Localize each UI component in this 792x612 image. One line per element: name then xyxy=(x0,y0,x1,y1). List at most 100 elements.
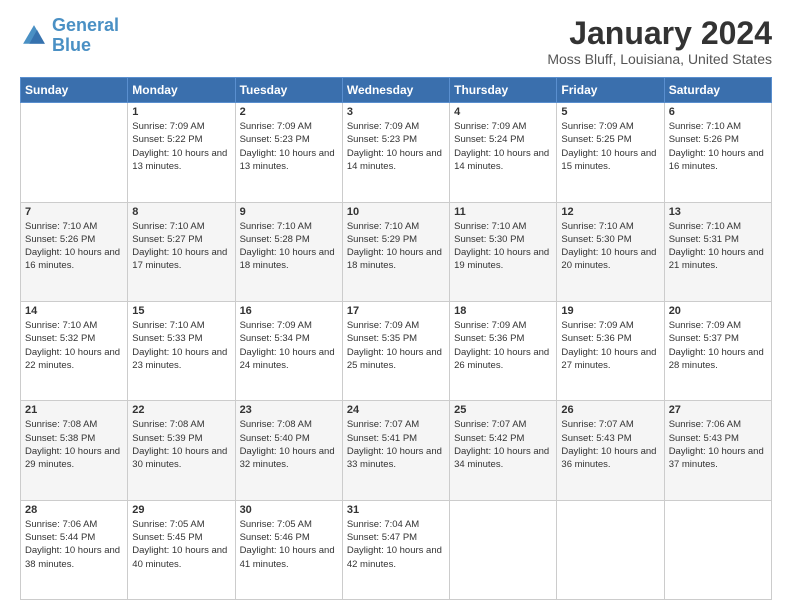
day-detail-3-2: Sunrise: 7:08 AMSunset: 5:40 PMDaylight:… xyxy=(240,418,338,471)
day-num-1-4: 11 xyxy=(454,206,552,218)
cell-3-3: 24 Sunrise: 7:07 AMSunset: 5:41 PMDayligh… xyxy=(342,401,449,500)
cell-0-2: 2 Sunrise: 7:09 AMSunset: 5:23 PMDaylight… xyxy=(235,103,342,202)
day-num-4-2: 30 xyxy=(240,504,338,516)
week-row-2: 14Sunrise: 7:10 AMSunset: 5:32 PMDayligh… xyxy=(21,301,772,400)
cell-4-0: 28Sunrise: 7:06 AMSunset: 5:44 PMDayligh… xyxy=(21,500,128,599)
day-num-1-2: 9 xyxy=(240,206,338,218)
header-tuesday: Tuesday xyxy=(235,78,342,103)
day-detail-1-2: Sunrise: 7:10 AMSunset: 5:28 PMDaylight:… xyxy=(240,220,338,273)
cell-3-0: 21Sunrise: 7:08 AMSunset: 5:38 PMDayligh… xyxy=(21,401,128,500)
day-num-3-2: 23 xyxy=(240,404,338,416)
day-num-0-6: 6 xyxy=(669,106,767,118)
day-detail-2-3: Sunrise: 7:09 AMSunset: 5:35 PMDaylight:… xyxy=(347,319,445,372)
day-num-2-0: 14 xyxy=(25,305,123,317)
cell-4-4 xyxy=(450,500,557,599)
day-detail-3-1: Sunrise: 7:08 AMSunset: 5:39 PMDaylight:… xyxy=(132,418,230,471)
day-detail-0-4: Sunrise: 7:09 AMSunset: 5:24 PMDaylight:… xyxy=(454,120,552,173)
day-detail-3-6: Sunrise: 7:06 AMSunset: 5:43 PMDaylight:… xyxy=(669,418,767,471)
cell-3-6: 27 Sunrise: 7:06 AMSunset: 5:43 PMDayligh… xyxy=(664,401,771,500)
header: General Blue January 2024 Moss Bluff, Lo… xyxy=(20,16,772,67)
day-detail-4-3: Sunrise: 7:04 AMSunset: 5:47 PMDaylight:… xyxy=(347,518,445,571)
cell-4-5 xyxy=(557,500,664,599)
day-detail-4-2: Sunrise: 7:05 AMSunset: 5:46 PMDaylight:… xyxy=(240,518,338,571)
day-num-0-1: 1 xyxy=(132,106,230,118)
cell-3-1: 22 Sunrise: 7:08 AMSunset: 5:39 PMDayligh… xyxy=(128,401,235,500)
day-detail-2-4: Sunrise: 7:09 AMSunset: 5:36 PMDaylight:… xyxy=(454,319,552,372)
day-detail-1-1: Sunrise: 7:10 AMSunset: 5:27 PMDaylight:… xyxy=(132,220,230,273)
cell-3-4: 25 Sunrise: 7:07 AMSunset: 5:42 PMDayligh… xyxy=(450,401,557,500)
day-detail-3-4: Sunrise: 7:07 AMSunset: 5:42 PMDaylight:… xyxy=(454,418,552,471)
day-detail-2-5: Sunrise: 7:09 AMSunset: 5:36 PMDaylight:… xyxy=(561,319,659,372)
weekday-header-row: Sunday Monday Tuesday Wednesday Thursday… xyxy=(21,78,772,103)
cell-4-2: 30 Sunrise: 7:05 AMSunset: 5:46 PMDayligh… xyxy=(235,500,342,599)
cell-2-5: 19Sunrise: 7:09 AMSunset: 5:36 PMDayligh… xyxy=(557,301,664,400)
day-detail-3-5: Sunrise: 7:07 AMSunset: 5:43 PMDaylight:… xyxy=(561,418,659,471)
day-num-4-1: 29 xyxy=(132,504,230,516)
day-detail-2-2: Sunrise: 7:09 AMSunset: 5:34 PMDaylight:… xyxy=(240,319,338,372)
day-num-2-1: 15 xyxy=(132,305,230,317)
cell-3-2: 23 Sunrise: 7:08 AMSunset: 5:40 PMDayligh… xyxy=(235,401,342,500)
day-detail-1-4: Sunrise: 7:10 AMSunset: 5:30 PMDaylight:… xyxy=(454,220,552,273)
day-detail-3-3: Sunrise: 7:07 AMSunset: 5:41 PMDaylight:… xyxy=(347,418,445,471)
cell-0-3: 3 Sunrise: 7:09 AMSunset: 5:23 PMDaylight… xyxy=(342,103,449,202)
day-num-4-3: 31 xyxy=(347,504,445,516)
day-detail-4-1: Sunrise: 7:05 AMSunset: 5:45 PMDaylight:… xyxy=(132,518,230,571)
header-sunday: Sunday xyxy=(21,78,128,103)
cell-1-1: 8 Sunrise: 7:10 AMSunset: 5:27 PMDaylight… xyxy=(128,202,235,301)
day-num-3-5: 26 xyxy=(561,404,659,416)
day-num-2-4: 18 xyxy=(454,305,552,317)
logo-icon xyxy=(20,22,48,50)
logo-text: General Blue xyxy=(52,16,119,56)
cell-0-6: 6Sunrise: 7:10 AMSunset: 5:26 PMDaylight… xyxy=(664,103,771,202)
header-monday: Monday xyxy=(128,78,235,103)
cell-0-4: 4 Sunrise: 7:09 AMSunset: 5:24 PMDaylight… xyxy=(450,103,557,202)
day-num-0-5: 5 xyxy=(561,106,659,118)
day-detail-0-2: Sunrise: 7:09 AMSunset: 5:23 PMDaylight:… xyxy=(240,120,338,173)
day-num-1-3: 10 xyxy=(347,206,445,218)
day-num-3-6: 27 xyxy=(669,404,767,416)
day-num-3-1: 22 xyxy=(132,404,230,416)
day-detail-1-6: Sunrise: 7:10 AMSunset: 5:31 PMDaylight:… xyxy=(669,220,767,273)
cell-0-1: 1 Sunrise: 7:09 AMSunset: 5:22 PMDaylight… xyxy=(128,103,235,202)
day-num-1-0: 7 xyxy=(25,206,123,218)
cell-1-6: 13Sunrise: 7:10 AMSunset: 5:31 PMDayligh… xyxy=(664,202,771,301)
week-row-3: 21Sunrise: 7:08 AMSunset: 5:38 PMDayligh… xyxy=(21,401,772,500)
cell-4-6 xyxy=(664,500,771,599)
cell-2-6: 20 Sunrise: 7:09 AMSunset: 5:37 PMDayligh… xyxy=(664,301,771,400)
day-detail-2-1: Sunrise: 7:10 AMSunset: 5:33 PMDaylight:… xyxy=(132,319,230,372)
cell-1-4: 11 Sunrise: 7:10 AMSunset: 5:30 PMDayligh… xyxy=(450,202,557,301)
logo: General Blue xyxy=(20,16,119,56)
day-detail-1-0: Sunrise: 7:10 AMSunset: 5:26 PMDaylight:… xyxy=(25,220,123,273)
day-detail-2-6: Sunrise: 7:09 AMSunset: 5:37 PMDaylight:… xyxy=(669,319,767,372)
day-detail-0-1: Sunrise: 7:09 AMSunset: 5:22 PMDaylight:… xyxy=(132,120,230,173)
main-title: January 2024 xyxy=(547,16,772,51)
cell-3-5: 26 Sunrise: 7:07 AMSunset: 5:43 PMDayligh… xyxy=(557,401,664,500)
day-num-3-3: 24 xyxy=(347,404,445,416)
week-row-4: 28Sunrise: 7:06 AMSunset: 5:44 PMDayligh… xyxy=(21,500,772,599)
header-saturday: Saturday xyxy=(664,78,771,103)
day-num-2-2: 16 xyxy=(240,305,338,317)
day-num-0-4: 4 xyxy=(454,106,552,118)
cell-1-2: 9 Sunrise: 7:10 AMSunset: 5:28 PMDaylight… xyxy=(235,202,342,301)
calendar-table: Sunday Monday Tuesday Wednesday Thursday… xyxy=(20,77,772,600)
day-num-0-3: 3 xyxy=(347,106,445,118)
day-detail-0-3: Sunrise: 7:09 AMSunset: 5:23 PMDaylight:… xyxy=(347,120,445,173)
title-block: January 2024 Moss Bluff, Louisiana, Unit… xyxy=(547,16,772,67)
header-thursday: Thursday xyxy=(450,78,557,103)
cell-2-0: 14Sunrise: 7:10 AMSunset: 5:32 PMDayligh… xyxy=(21,301,128,400)
cell-2-1: 15 Sunrise: 7:10 AMSunset: 5:33 PMDayligh… xyxy=(128,301,235,400)
week-row-1: 7 Sunrise: 7:10 AMSunset: 5:26 PMDaylight… xyxy=(21,202,772,301)
day-num-1-1: 8 xyxy=(132,206,230,218)
day-detail-4-0: Sunrise: 7:06 AMSunset: 5:44 PMDaylight:… xyxy=(25,518,123,571)
header-wednesday: Wednesday xyxy=(342,78,449,103)
week-row-0: 1 Sunrise: 7:09 AMSunset: 5:22 PMDaylight… xyxy=(21,103,772,202)
cell-1-0: 7 Sunrise: 7:10 AMSunset: 5:26 PMDaylight… xyxy=(21,202,128,301)
cell-2-4: 18 Sunrise: 7:09 AMSunset: 5:36 PMDayligh… xyxy=(450,301,557,400)
day-detail-1-5: Sunrise: 7:10 AMSunset: 5:30 PMDaylight:… xyxy=(561,220,659,273)
day-num-0-2: 2 xyxy=(240,106,338,118)
day-detail-3-0: Sunrise: 7:08 AMSunset: 5:38 PMDaylight:… xyxy=(25,418,123,471)
day-num-3-4: 25 xyxy=(454,404,552,416)
day-num-1-5: 12 xyxy=(561,206,659,218)
day-num-2-6: 20 xyxy=(669,305,767,317)
cell-1-3: 10Sunrise: 7:10 AMSunset: 5:29 PMDayligh… xyxy=(342,202,449,301)
